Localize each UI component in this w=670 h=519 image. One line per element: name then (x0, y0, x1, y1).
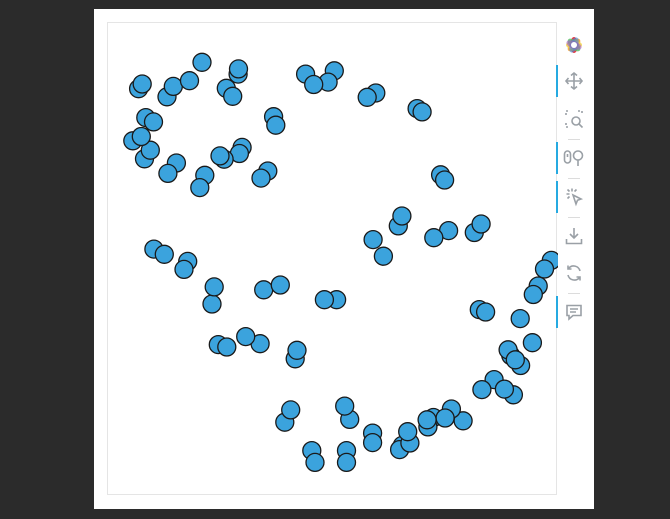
scatter-point[interactable] (236, 326, 256, 347)
scatter-point[interactable] (228, 59, 249, 79)
scatter-point[interactable] (305, 452, 325, 473)
scatter-point[interactable] (494, 379, 515, 399)
scatter-point[interactable] (287, 340, 307, 360)
tap-icon (566, 188, 584, 207)
scatter-point[interactable] (505, 350, 525, 370)
scatter-point[interactable] (270, 275, 290, 295)
scatter-point[interactable] (158, 163, 178, 184)
reset-tool-button[interactable] (556, 255, 592, 291)
scatter-point[interactable] (398, 422, 418, 442)
scatter-point[interactable] (534, 259, 555, 279)
scatter-point[interactable] (357, 87, 377, 107)
plot-area[interactable] (107, 22, 558, 496)
scatter-point[interactable] (523, 284, 543, 305)
scatter-point[interactable] (314, 290, 335, 310)
scatter-point[interactable] (204, 277, 224, 297)
save-tool-button[interactable] (556, 218, 592, 254)
scatter-plot[interactable] (108, 23, 558, 496)
scatter-point[interactable] (192, 52, 212, 72)
scatter-point[interactable] (179, 71, 200, 91)
scatter-point[interactable] (362, 432, 383, 453)
scatter-point[interactable] (154, 244, 174, 264)
scatter-point[interactable] (174, 259, 194, 280)
scatter-point[interactable] (510, 308, 530, 329)
scatter-point[interactable] (417, 410, 437, 430)
scatter-point[interactable] (223, 86, 243, 106)
scatter-point[interactable] (435, 408, 455, 428)
scatter-point[interactable] (304, 74, 324, 95)
bokeh-logo-icon[interactable] (556, 27, 592, 63)
scatter-point[interactable] (251, 168, 271, 188)
scatter-point[interactable] (412, 102, 432, 122)
scatter-point[interactable] (522, 333, 543, 353)
bokeh-figure (94, 9, 594, 509)
pan-tool-button[interactable] (556, 63, 592, 99)
scatter-point[interactable] (335, 396, 355, 416)
scatter-point[interactable] (131, 126, 151, 147)
scatter-point[interactable] (281, 400, 301, 420)
box-zoom-tool-button[interactable] (556, 101, 592, 137)
hover-tool-button[interactable] (556, 294, 592, 330)
scatter-point[interactable] (132, 74, 152, 94)
hover-tooltip-icon (566, 304, 582, 321)
scatter-point[interactable] (363, 229, 383, 250)
scatter-point[interactable] (266, 115, 286, 135)
scatter-point[interactable] (434, 170, 455, 190)
scatter-point[interactable] (210, 146, 230, 166)
box-zoom-icon (565, 110, 584, 129)
scatter-point[interactable] (392, 206, 412, 226)
move-arrows-icon (564, 71, 584, 91)
bokeh-toolbar (556, 19, 592, 328)
scatter-point[interactable] (475, 302, 496, 322)
wheel-zoom-icon (563, 150, 584, 166)
reset-icon (567, 265, 581, 281)
save-icon (565, 228, 583, 245)
wheel-zoom-tool-button[interactable] (556, 140, 592, 176)
scatter-point[interactable] (190, 177, 210, 198)
scatter-point[interactable] (143, 112, 164, 132)
scatter-point[interactable] (217, 337, 237, 357)
scatter-point[interactable] (471, 214, 491, 234)
scatter-point[interactable] (163, 76, 183, 97)
scatter-point[interactable] (254, 280, 274, 300)
scatter-point[interactable] (336, 452, 357, 473)
scatter-point[interactable] (472, 379, 492, 400)
scatter-point[interactable] (424, 228, 444, 248)
scatter-point[interactable] (202, 294, 222, 314)
tap-tool-button[interactable] (556, 179, 592, 215)
scatter-point[interactable] (373, 246, 394, 266)
